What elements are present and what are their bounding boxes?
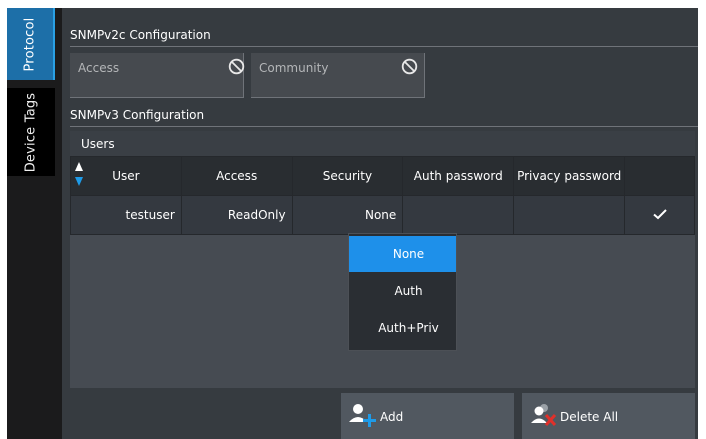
column-header-access[interactable]: Access bbox=[180, 156, 293, 196]
community-field-label: Community bbox=[259, 61, 329, 75]
column-header-enabled[interactable] bbox=[624, 156, 695, 196]
cell-access[interactable]: ReadOnly bbox=[180, 195, 293, 235]
delete-all-button[interactable]: Delete All bbox=[522, 393, 695, 439]
add-button-label: Add bbox=[380, 410, 404, 424]
checkmark-icon bbox=[652, 208, 667, 219]
add-user-icon bbox=[349, 404, 376, 427]
users-header: Users bbox=[70, 131, 695, 156]
dropdown-option-auth[interactable]: Auth bbox=[349, 273, 456, 309]
cell-security[interactable]: None bbox=[291, 195, 404, 235]
column-header-user-label: User bbox=[112, 169, 140, 183]
app-window: Protocol Device Tags SNMPv2c Configurati… bbox=[7, 8, 698, 439]
access-field-label: Access bbox=[78, 61, 120, 75]
sort-ascending-icon bbox=[75, 162, 83, 171]
tab-protocol[interactable]: Protocol bbox=[7, 8, 55, 80]
cell-enabled[interactable] bbox=[624, 195, 695, 235]
column-header-privacy-password[interactable]: Privacy password bbox=[513, 156, 626, 196]
users-table: User Access Security Auth password Priva… bbox=[70, 156, 695, 235]
community-field[interactable]: Community bbox=[251, 53, 425, 98]
access-field[interactable]: Access bbox=[70, 53, 245, 98]
dropdown-option-auth-priv[interactable]: Auth+Priv bbox=[349, 310, 456, 346]
security-dropdown[interactable]: None Auth Auth+Priv bbox=[348, 233, 457, 351]
disabled-icon bbox=[228, 58, 245, 75]
tab-protocol-label: Protocol bbox=[22, 17, 38, 71]
cell-privacy-password[interactable] bbox=[513, 195, 626, 235]
snmpv2c-divider bbox=[70, 46, 698, 47]
column-header-security[interactable]: Security bbox=[291, 156, 404, 196]
delete-all-button-label: Delete All bbox=[560, 410, 619, 424]
sort-descending-icon bbox=[75, 177, 83, 186]
snmpv2c-title: SNMPv2c Configuration bbox=[70, 28, 211, 42]
disabled-icon bbox=[401, 58, 418, 75]
table-row[interactable]: testuser ReadOnly None bbox=[70, 195, 695, 235]
cell-auth-password[interactable] bbox=[402, 195, 515, 235]
snmpv3-title: SNMPv3 Configuration bbox=[70, 108, 205, 122]
snmpv3-divider bbox=[70, 126, 698, 127]
users-title: Users bbox=[81, 137, 115, 151]
column-header-auth-password[interactable]: Auth password bbox=[402, 156, 515, 196]
add-user-button[interactable]: Add bbox=[341, 393, 514, 439]
tab-device-tags-label: Device Tags bbox=[23, 92, 39, 172]
dropdown-option-none[interactable]: None bbox=[349, 236, 456, 272]
table-header-row: User Access Security Auth password Priva… bbox=[70, 156, 695, 196]
column-header-user[interactable]: User bbox=[70, 156, 182, 196]
cell-user[interactable]: testuser bbox=[70, 195, 182, 235]
protocol-panel: SNMPv2c Configuration Access Community S… bbox=[62, 8, 698, 439]
delete-users-icon bbox=[531, 404, 557, 427]
tab-device-tags[interactable]: Device Tags bbox=[7, 88, 55, 176]
